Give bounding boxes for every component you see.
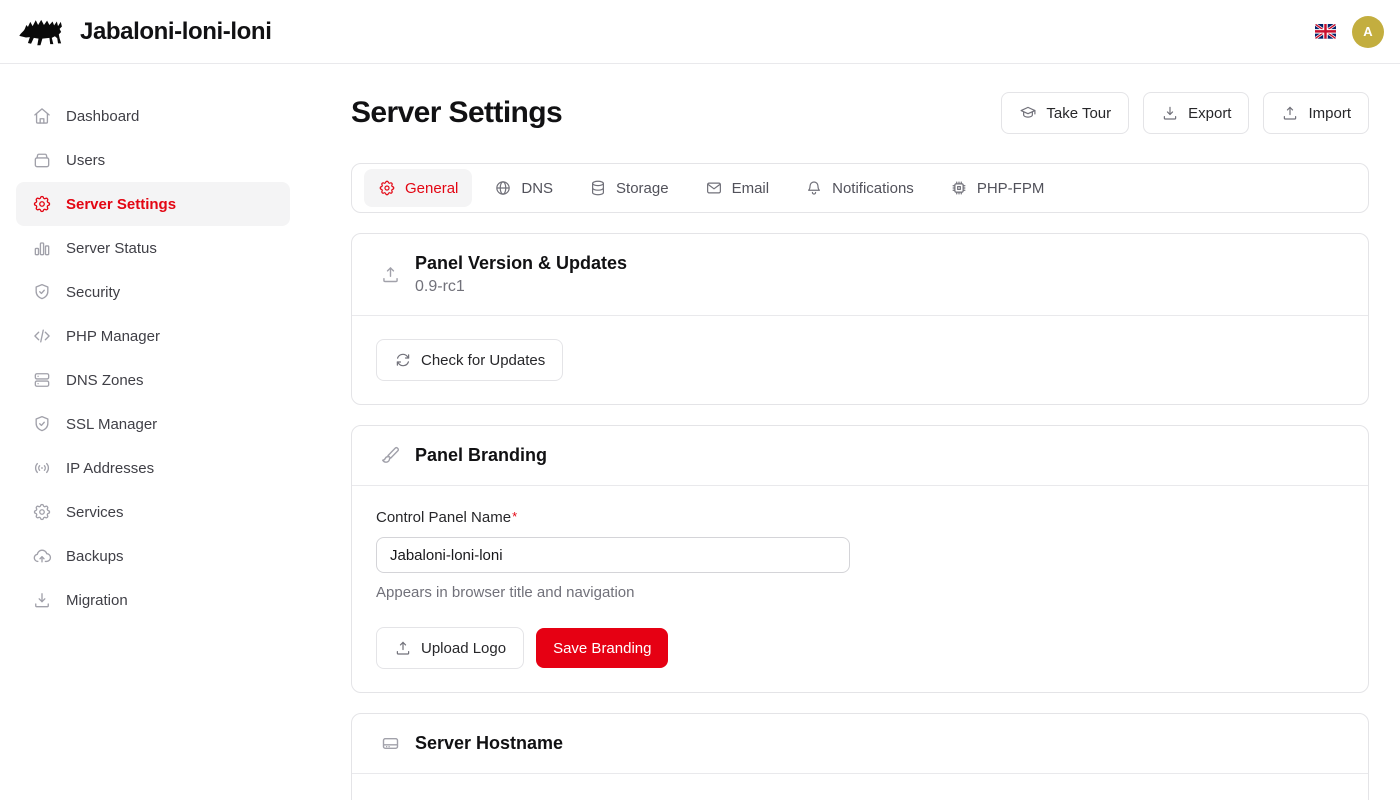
tab-notifications[interactable]: Notifications [791, 169, 928, 207]
settings-tabs: GeneralDNSStorageEmailNotificationsPHP-F… [351, 163, 1369, 213]
check-for-updates-button[interactable]: Check for Updates [376, 339, 563, 381]
export-button[interactable]: Export [1143, 92, 1249, 134]
broadcast-icon [32, 458, 52, 478]
sidebar-item-label: Backups [66, 548, 124, 565]
shield-check-icon [32, 414, 52, 434]
sidebar-item-label: IP Addresses [66, 460, 154, 477]
sidebar-item-label: Migration [66, 592, 128, 609]
tab-storage[interactable]: Storage [575, 169, 683, 207]
database-icon [589, 179, 607, 197]
card-title: Panel Branding [415, 445, 547, 466]
server-hostname-card: Server Hostname Hostname* [351, 713, 1369, 800]
sidebar-item-label: Users [66, 152, 105, 169]
upload-logo-button[interactable]: Upload Logo [376, 627, 524, 669]
tab-general[interactable]: General [364, 169, 472, 207]
sidebar-item-ip-addresses[interactable]: IP Addresses [16, 446, 290, 490]
import-button[interactable]: Import [1263, 92, 1369, 134]
envelope-icon [705, 179, 723, 197]
sidebar-item-label: Services [66, 504, 124, 521]
sidebar-item-dns-zones[interactable]: DNS Zones [16, 358, 290, 402]
bell-icon [805, 179, 823, 197]
sidebar-item-server-settings[interactable]: Server Settings [16, 182, 290, 226]
sidebar-item-label: DNS Zones [66, 372, 144, 389]
control-panel-name-help: Appears in browser title and navigation [376, 584, 1344, 601]
sidebar-item-security[interactable]: Security [16, 270, 290, 314]
sidebar-item-label: PHP Manager [66, 328, 160, 345]
gear-icon [378, 179, 396, 197]
upload-tray-icon [1281, 104, 1299, 122]
sidebar-item-server-status[interactable]: Server Status [16, 226, 290, 270]
code-icon [32, 326, 52, 346]
shield-check-icon [32, 282, 52, 302]
control-panel-name-input[interactable] [376, 537, 850, 573]
refresh-icon [394, 351, 412, 369]
sidebar-item-label: SSL Manager [66, 416, 157, 433]
card-title: Panel Version & Updates [415, 253, 627, 274]
upload-tray-icon [380, 264, 401, 285]
upload-tray-icon [394, 639, 412, 657]
top-bar: Jabaloni-loni-loni A [0, 0, 1400, 64]
save-branding-button[interactable]: Save Branding [536, 628, 668, 668]
brand-title: Jabaloni-loni-loni [80, 18, 271, 46]
panel-version-card: Panel Version & Updates 0.9-rc1 Check fo… [351, 233, 1369, 405]
page-actions: Take Tour Export Import [1001, 92, 1369, 134]
home-icon [32, 106, 52, 126]
boar-logo-icon [16, 12, 68, 52]
panel-branding-card: Panel Branding Control Panel Name* Appea… [351, 425, 1369, 693]
tab-dns[interactable]: DNS [480, 169, 567, 207]
required-mark: * [512, 509, 517, 524]
tab-email[interactable]: Email [691, 169, 784, 207]
uk-flag-icon[interactable] [1315, 24, 1336, 39]
download-tray-icon [1161, 104, 1179, 122]
take-tour-button[interactable]: Take Tour [1001, 92, 1129, 134]
server-stack-icon [32, 370, 52, 390]
control-panel-name-label: Control Panel Name* [376, 509, 517, 526]
card-title: Server Hostname [415, 733, 563, 754]
download-tray-icon [32, 590, 52, 610]
sidebar-item-php-manager[interactable]: PHP Manager [16, 314, 290, 358]
cpu-icon [950, 179, 968, 197]
paintbrush-icon [380, 445, 401, 466]
graduation-cap-icon [1019, 104, 1037, 122]
sidebar-item-dashboard[interactable]: Dashboard [16, 94, 290, 138]
gear-icon [32, 502, 52, 522]
globe-icon [494, 179, 512, 197]
sidebar: Dashboard Users Server Settings Server Stat… [0, 64, 306, 800]
tab-php-fpm[interactable]: PHP-FPM [936, 169, 1059, 207]
hard-drive-icon [380, 733, 401, 754]
sidebar-item-label: Server Status [66, 240, 157, 257]
archive-box-icon [32, 150, 52, 170]
bar-chart-icon [32, 238, 52, 258]
sidebar-item-label: Dashboard [66, 108, 139, 125]
cloud-upload-icon [32, 546, 52, 566]
sidebar-item-label: Security [66, 284, 120, 301]
panel-version-value: 0.9-rc1 [415, 278, 627, 296]
sidebar-item-migration[interactable]: Migration [16, 578, 290, 622]
sidebar-item-backups[interactable]: Backups [16, 534, 290, 578]
gear-icon [32, 194, 52, 214]
user-avatar[interactable]: A [1352, 16, 1384, 48]
sidebar-item-services[interactable]: Services [16, 490, 290, 534]
main-content: Server Settings Take Tour Export Import Ge… [306, 64, 1400, 800]
sidebar-item-users[interactable]: Users [16, 138, 290, 182]
sidebar-item-ssl-manager[interactable]: SSL Manager [16, 402, 290, 446]
page-title: Server Settings [351, 96, 562, 130]
sidebar-item-label: Server Settings [66, 196, 176, 213]
